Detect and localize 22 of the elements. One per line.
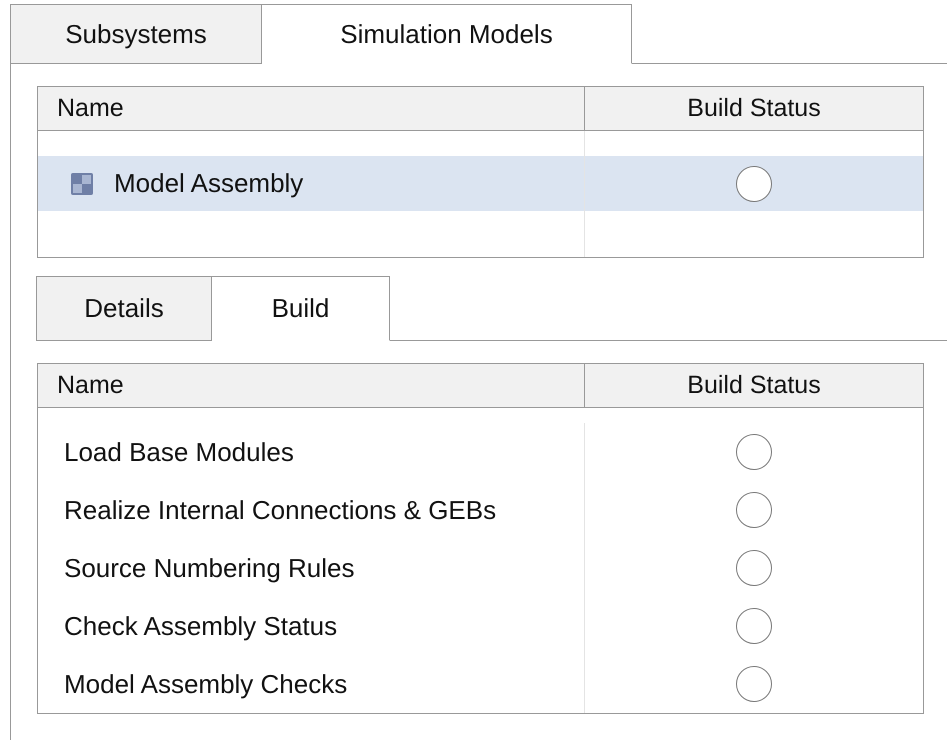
table-cell: Load Base Modules bbox=[64, 436, 294, 468]
table-cell: Model Assembly Checks bbox=[64, 668, 348, 700]
tab[interactable]: Subsystems bbox=[10, 4, 262, 64]
status-circle-icon bbox=[736, 492, 772, 528]
table-row[interactable]: Model Assembly bbox=[38, 156, 923, 211]
column-header: Build Status bbox=[686, 93, 822, 124]
tab[interactable]: Build bbox=[212, 276, 390, 341]
status-circle-icon bbox=[736, 550, 772, 586]
table-cell: Realize Internal Connections & GEBs bbox=[64, 494, 496, 526]
tab[interactable]: Details bbox=[36, 276, 212, 341]
status-circle-icon bbox=[736, 666, 772, 702]
status-circle-icon bbox=[736, 166, 772, 202]
column-header: Name bbox=[38, 364, 585, 407]
tab[interactable]: Simulation Models bbox=[262, 4, 632, 64]
table-cell: Model Assembly bbox=[114, 168, 304, 199]
status-circle-icon bbox=[736, 434, 772, 470]
status-circle-icon bbox=[736, 608, 772, 644]
table-cell: Source Numbering Rules bbox=[64, 552, 354, 584]
column-header: Build Status bbox=[686, 370, 822, 401]
column-header: Name bbox=[38, 87, 585, 130]
model-icon bbox=[71, 172, 93, 194]
table-cell: Check Assembly Status bbox=[64, 610, 338, 642]
